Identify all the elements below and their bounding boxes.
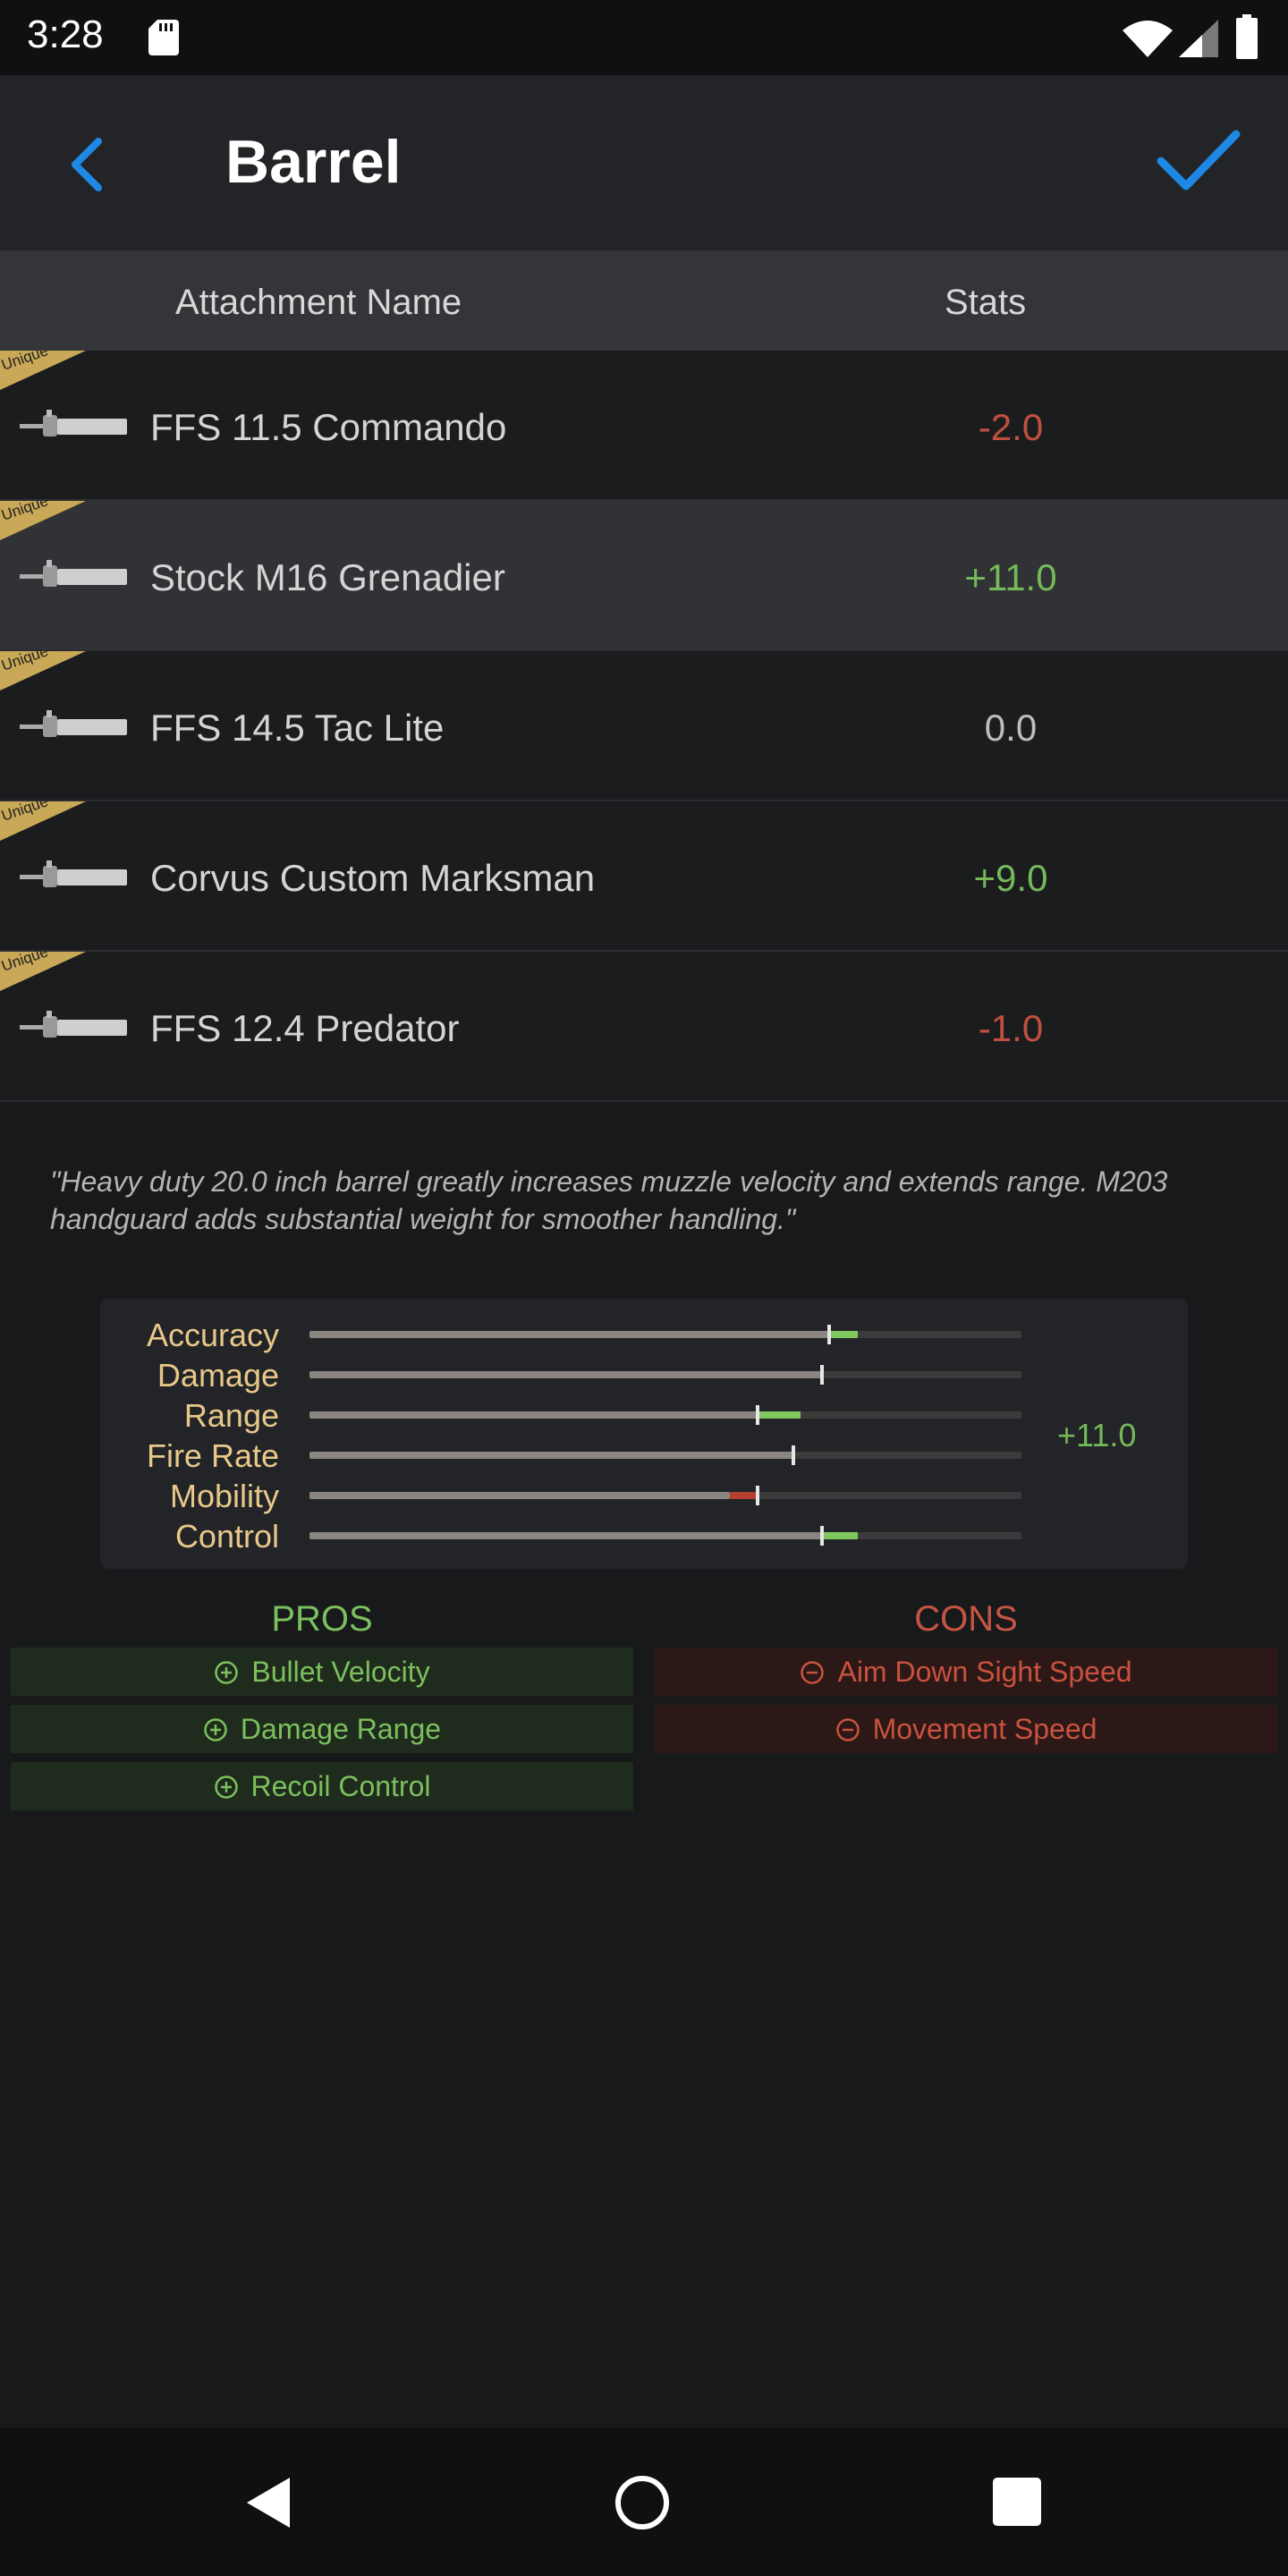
stat-bar xyxy=(309,1325,1021,1344)
stat-bar-marker xyxy=(827,1325,832,1344)
stat-label: Range xyxy=(183,1397,279,1434)
nav-back-icon[interactable] xyxy=(242,2474,295,2531)
attachment-row[interactable]: Unique FFS 14.5 Tac Lite 0.0 xyxy=(0,651,1288,801)
stat-bar-gain xyxy=(822,1532,858,1539)
stat-label: Accuracy xyxy=(146,1317,279,1353)
stat-row: Control xyxy=(100,1516,1188,1556)
stat-row: Damage xyxy=(100,1355,1188,1395)
pro-item-label: Bullet Velocity xyxy=(251,1656,430,1688)
attachment-row[interactable]: Unique FFS 11.5 Commando -2.0 xyxy=(0,351,1288,501)
attachment-row[interactable]: Unique Stock M16 Grenadier +11.0 xyxy=(0,501,1288,651)
attachment-stat-value: 0.0 xyxy=(984,707,1038,749)
nav-recent-apps-icon[interactable] xyxy=(991,2476,1043,2528)
stat-bar-base xyxy=(309,1411,758,1419)
battery-icon xyxy=(1236,14,1258,59)
plus-circle-icon xyxy=(215,1661,239,1684)
attachment-name: Corvus Custom Marksman xyxy=(150,857,596,899)
attachment-name: FFS 12.4 Predator xyxy=(150,1007,460,1049)
stats-panel: Accuracy Damage Range Fire Rate Mobility Cont… xyxy=(100,1299,1188,1569)
stat-row: Range xyxy=(100,1395,1188,1436)
unique-ribbon-icon: Unique xyxy=(0,501,86,540)
stat-row: Mobility xyxy=(100,1476,1188,1516)
stat-bar-base xyxy=(309,1331,830,1338)
signal-icon xyxy=(1179,20,1218,57)
nav-home-icon[interactable] xyxy=(614,2474,671,2531)
barrel-thumbnail-icon xyxy=(20,560,127,587)
stat-bar xyxy=(309,1526,1021,1546)
attachment-name: FFS 11.5 Commando xyxy=(150,406,507,448)
barrel-thumbnail-icon xyxy=(20,410,127,436)
attachment-stat-value: +9.0 xyxy=(973,857,1048,899)
plus-circle-icon xyxy=(204,1718,227,1741)
attachment-description: "Heavy duty 20.0 inch barrel greatly inc… xyxy=(50,1165,1168,1235)
stat-bar-loss xyxy=(729,1492,758,1499)
pro-item-label: Recoil Control xyxy=(250,1770,431,1802)
plus-circle-icon xyxy=(214,1775,238,1799)
stats-total: +11.0 xyxy=(1057,1417,1137,1453)
stat-bar-gain xyxy=(758,1411,801,1419)
unique-ribbon-icon: Unique xyxy=(0,801,86,841)
back-button[interactable] xyxy=(52,129,123,200)
status-bar: 3:28 xyxy=(0,0,1288,75)
system-nav-bar xyxy=(0,2428,1288,2576)
stat-label: Control xyxy=(174,1518,279,1555)
attachment-stat-value: -2.0 xyxy=(978,406,1044,448)
unique-ribbon-icon: Unique xyxy=(0,651,86,691)
stat-bar-marker xyxy=(756,1486,760,1505)
stat-label: Mobility xyxy=(169,1478,279,1514)
barrel-thumbnail-icon xyxy=(20,710,127,737)
pro-item: Recoil Control xyxy=(11,1762,633,1810)
stat-label: Fire Rate xyxy=(146,1437,279,1474)
attachment-name: FFS 14.5 Tac Lite xyxy=(150,707,445,749)
attachment-row[interactable]: Unique Corvus Custom Marksman +9.0 xyxy=(0,801,1288,952)
stat-bar-gain xyxy=(829,1331,858,1338)
page-title: Barrel xyxy=(225,128,402,196)
stat-bar-marker xyxy=(756,1405,760,1425)
unique-ribbon-icon: Unique xyxy=(0,351,86,390)
stat-row: Accuracy xyxy=(100,1315,1188,1355)
pro-item-label: Damage Range xyxy=(240,1713,442,1745)
stat-bar xyxy=(309,1405,1021,1425)
stat-bar-marker xyxy=(792,1445,796,1465)
sd-card-icon xyxy=(148,20,179,55)
confirm-checkmark-button[interactable] xyxy=(1154,125,1241,197)
attachment-stat-value: +11.0 xyxy=(964,556,1057,598)
stat-bar-base xyxy=(309,1492,730,1499)
stat-bar xyxy=(309,1486,1021,1505)
con-item: Aim Down Sight Speed xyxy=(655,1648,1277,1696)
attachment-row[interactable]: Unique FFS 12.4 Predator -1.0 xyxy=(0,952,1288,1102)
cons-title: CONS xyxy=(914,1599,1018,1639)
minus-circle-icon xyxy=(801,1661,825,1684)
stat-bar-marker xyxy=(820,1526,825,1546)
stat-bar xyxy=(309,1365,1021,1385)
unique-ribbon-icon: Unique xyxy=(0,952,86,991)
barrel-thumbnail-icon xyxy=(20,860,127,887)
minus-circle-icon xyxy=(835,1718,860,1741)
con-item-label: Movement Speed xyxy=(872,1713,1097,1745)
stat-row: Fire Rate xyxy=(100,1436,1188,1476)
con-item: Movement Speed xyxy=(655,1705,1277,1753)
con-item-label: Aim Down Sight Speed xyxy=(837,1656,1132,1688)
barrel-thumbnail-icon xyxy=(20,1011,127,1038)
status-time: 3:28 xyxy=(27,13,104,56)
stat-bar xyxy=(309,1445,1021,1465)
table-header: Attachment Name Stats xyxy=(0,250,1288,351)
pro-item: Bullet Velocity xyxy=(11,1648,633,1696)
attachment-name: Stock M16 Grenadier xyxy=(150,556,505,598)
wifi-icon xyxy=(1123,21,1173,57)
column-header-stats: Stats xyxy=(945,283,1027,322)
pro-item: Damage Range xyxy=(11,1705,633,1753)
stat-bar-base xyxy=(309,1371,823,1378)
stat-bar-marker xyxy=(820,1365,825,1385)
stat-bar-base xyxy=(309,1532,823,1539)
app-header: Barrel xyxy=(0,75,1288,250)
column-header-attachment-name: Attachment Name xyxy=(175,283,462,322)
stat-label: Damage xyxy=(157,1357,279,1394)
pros-title: PROS xyxy=(271,1599,373,1639)
attachment-stat-value: -1.0 xyxy=(978,1007,1044,1049)
stat-bar-base xyxy=(309,1452,794,1459)
